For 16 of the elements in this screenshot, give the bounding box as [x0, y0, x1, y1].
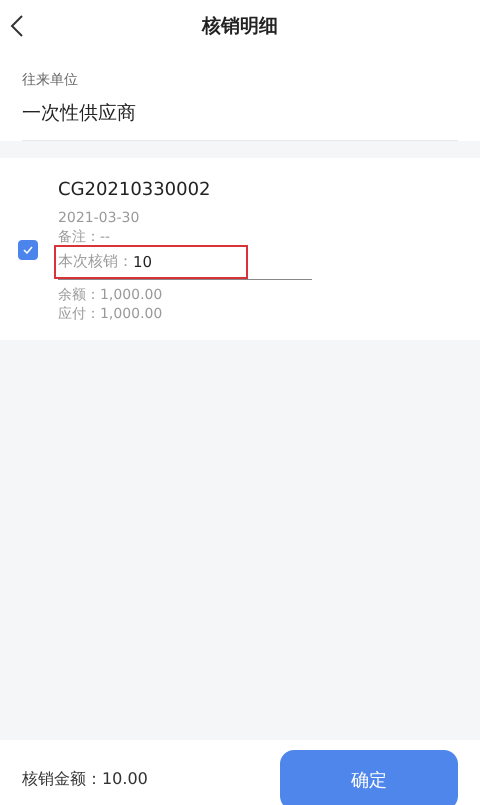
order-date: 2021-03-30	[58, 208, 140, 228]
writeoff-value: 10	[133, 252, 152, 272]
partner-value: 一次性供应商	[22, 91, 458, 140]
order-number: CG20210330002	[58, 178, 212, 202]
balance-amount: 余额：1,000.00	[58, 286, 164, 305]
writeoff-field[interactable]: 本次核销：10	[58, 246, 312, 280]
writeoff-total: 核销金额：10.00	[22, 768, 148, 790]
back-icon[interactable]	[10, 14, 24, 38]
check-icon	[23, 246, 33, 254]
order-note: 备注：--	[58, 228, 112, 246]
payable-amount: 应付：1,000.00	[58, 305, 164, 324]
checkbox[interactable]	[18, 240, 38, 260]
partner-label: 往来单位	[22, 71, 79, 90]
confirm-button[interactable]: 确定	[280, 750, 458, 805]
writeoff-label: 本次核销：	[58, 252, 133, 272]
page-title: 核销明细	[202, 14, 278, 39]
